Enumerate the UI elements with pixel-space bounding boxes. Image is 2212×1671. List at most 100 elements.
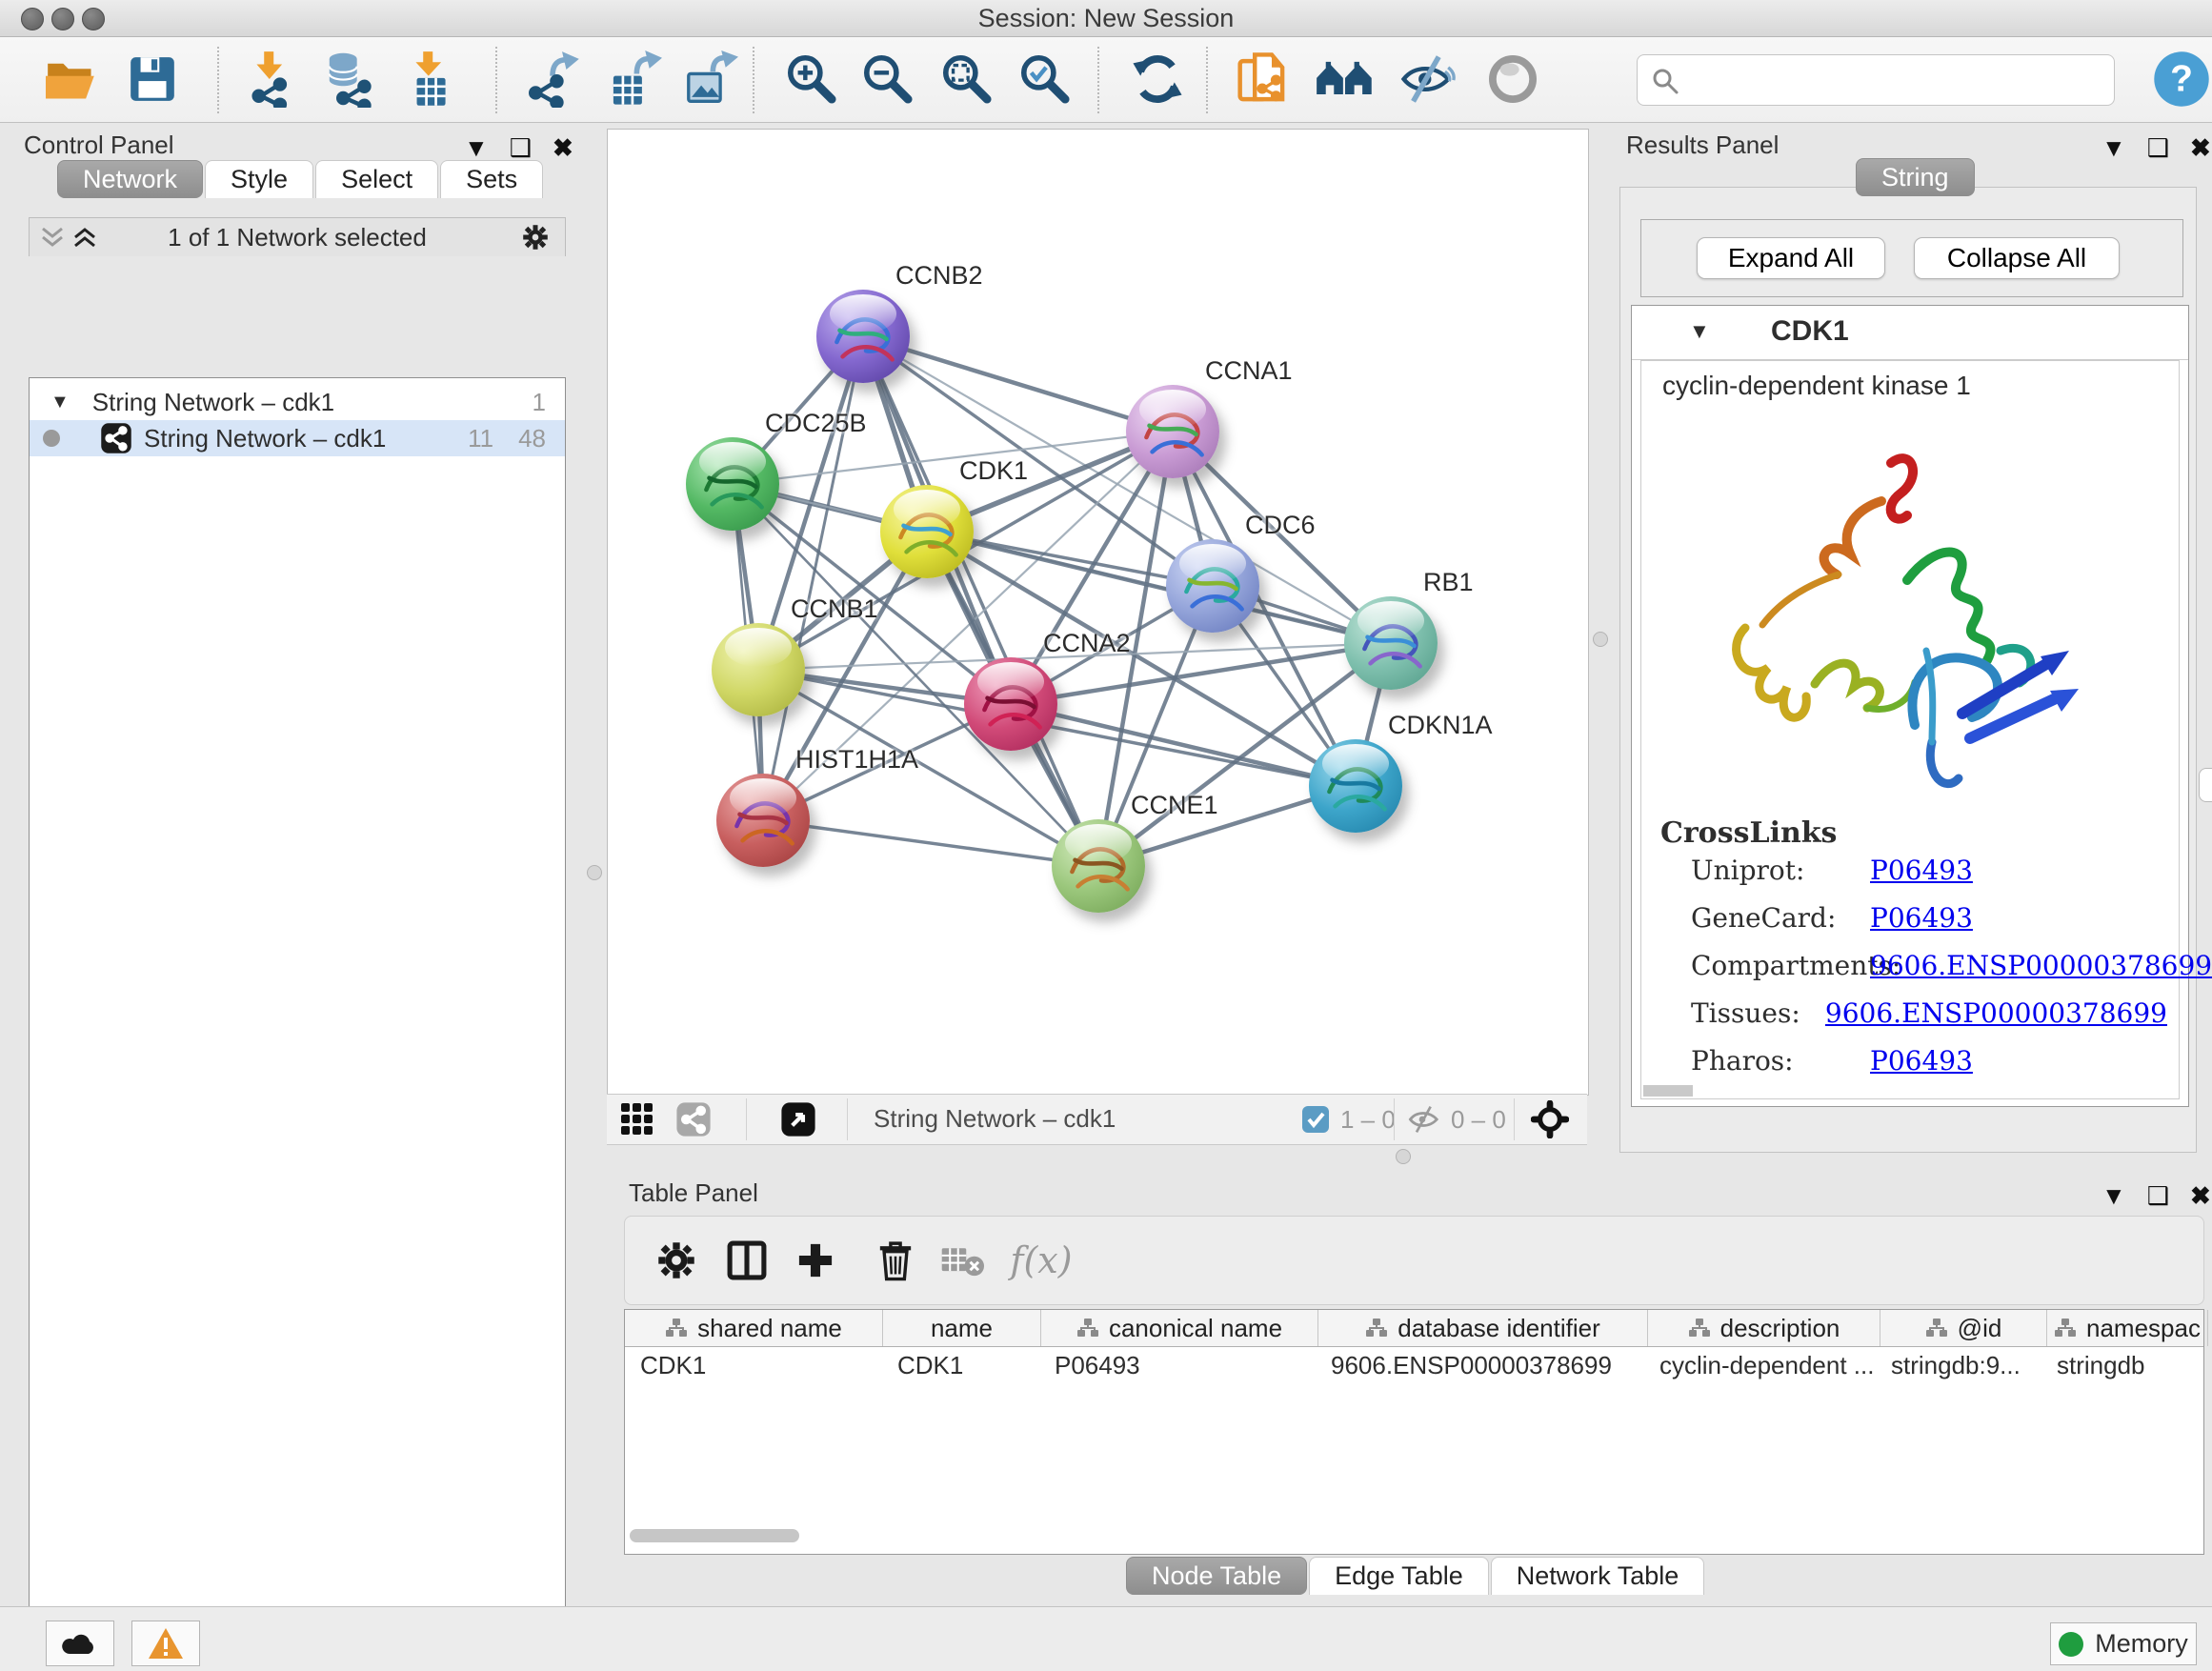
network-node-CCNB1[interactable] [712,623,805,716]
tree-expander-icon[interactable]: ▼ [50,392,70,413]
gear-icon[interactable] [646,1230,707,1291]
tab-edge-table[interactable]: Edge Table [1309,1557,1489,1595]
export-image-icon[interactable] [675,45,744,113]
table-cell[interactable]: stringdb [2041,1347,2202,1383]
panel-edge-grip[interactable] [2199,768,2212,802]
hide-eye-icon[interactable] [1393,45,1461,113]
network-node-CDKN1A[interactable] [1309,739,1402,833]
table-cell[interactable]: cyclin-dependent ... [1644,1347,1876,1383]
tab-sets[interactable]: Sets [440,160,543,198]
network-node-CDK1[interactable] [880,485,974,578]
column-header-canonical-name[interactable]: canonical name [1041,1310,1318,1346]
network-node-RB1[interactable] [1344,596,1438,690]
update-icon[interactable] [1123,45,1192,113]
open-session-icon[interactable] [37,45,106,113]
panel-dropdown-icon[interactable]: ▼ [2101,1181,2126,1211]
network-node-CDC25B[interactable] [686,437,779,531]
column-header-namespac[interactable]: namespac [2047,1310,2208,1346]
crosslink-link[interactable]: 9606.ENSP00000378699 [1825,997,2167,1029]
warning-button[interactable] [131,1621,200,1666]
panel-float-icon[interactable]: ❑ [2147,1181,2169,1211]
save-session-icon[interactable] [118,45,187,113]
panel-close-icon[interactable]: ✖ [2190,133,2211,163]
columns-icon[interactable] [716,1230,777,1291]
network-collection-row[interactable]: ▼ String Network – cdk1 1 [30,384,565,420]
delete-table-icon[interactable] [932,1230,993,1291]
table-cell[interactable]: CDK1 [625,1347,882,1383]
table-cell[interactable]: stringdb:9... [1876,1347,2041,1383]
column-header-shared-name[interactable]: shared name [625,1310,883,1346]
node-section-header[interactable]: ▼ CDK1 [1632,306,2188,360]
tab-string[interactable]: String [1856,158,1975,196]
network-node-CCNA2[interactable] [964,657,1057,751]
network-view-mode-icon[interactable] [675,1101,712,1137]
column-header-@id[interactable]: @id [1880,1310,2047,1346]
table-cell[interactable]: 9606.ENSP00000378699 [1316,1347,1644,1383]
column-header-description[interactable]: description [1648,1310,1880,1346]
import-table-file-icon[interactable] [396,45,465,113]
crosslink-link[interactable]: 9606.ENSP00000378699 [1870,950,2212,981]
birds-eye-view-icon[interactable] [1531,1100,1569,1138]
network-node-CCNA1[interactable] [1126,385,1219,478]
table-cell[interactable]: CDK1 [882,1347,1039,1383]
grid-mode-icon[interactable] [620,1102,654,1137]
network-edge[interactable] [863,336,1098,866]
crosslink-link[interactable]: P06493 [1870,1045,1973,1077]
network-node-CDC6[interactable] [1166,539,1259,633]
crosslink-link[interactable]: P06493 [1870,902,1973,934]
network-node-CCNE1[interactable] [1052,819,1145,913]
column-header-name[interactable]: name [883,1310,1041,1346]
open-in-new-window-icon[interactable] [780,1101,816,1137]
tab-node-table[interactable]: Node Table [1126,1557,1307,1595]
column-header-database-identifier[interactable]: database identifier [1318,1310,1648,1346]
houses-icon[interactable] [1311,45,1379,113]
results-hscrollbar[interactable] [1643,1085,1693,1097]
export-table-icon[interactable] [599,45,668,113]
export-network-icon[interactable] [518,45,587,113]
function-builder-icon[interactable]: f(x) [998,1230,1084,1291]
expand-all-button[interactable]: Expand All [1697,237,1885,279]
cloud-button[interactable] [46,1621,114,1666]
panel-close-icon[interactable]: ✖ [2190,1181,2211,1211]
search-input[interactable] [1687,59,2101,99]
tab-network-table[interactable]: Network Table [1491,1557,1705,1595]
panel-close-icon[interactable]: ✖ [553,133,573,163]
table-hscrollbar[interactable] [630,1529,799,1542]
right-splitter-handle[interactable] [1593,632,1608,647]
hidden-eye-icon[interactable] [1407,1104,1441,1135]
table-splitter-handle[interactable] [1396,1149,1411,1164]
table-row[interactable]: CDK1CDK1P064939606.ENSP00000378699cyclin… [625,1347,2203,1383]
network-canvas[interactable]: CCNB2CCNA1CDC25BCDK1CDC6RB1CCNB1CCNA2CDK… [607,129,1589,1096]
left-splitter-handle[interactable] [587,865,602,880]
sphere-eye-icon[interactable] [1478,45,1547,113]
node-table[interactable]: shared namenamecanonical namedatabase id… [624,1309,2204,1555]
collapse-all-button[interactable]: Collapse All [1914,237,2120,279]
tab-network[interactable]: Network [57,160,203,198]
copy-document-icon[interactable] [1228,45,1297,113]
gear-icon[interactable] [521,223,550,252]
fit-content-icon[interactable] [933,45,1001,113]
search-box[interactable] [1637,54,2115,106]
network-row-selected[interactable]: String Network – cdk1 11 48 [30,420,565,456]
zoom-out-icon[interactable] [854,45,922,113]
panel-float-icon[interactable]: ❑ [2147,133,2169,163]
import-network-file-icon[interactable] [237,45,306,113]
zoom-selected-icon[interactable] [1011,45,1079,113]
panel-float-icon[interactable]: ❑ [510,133,532,163]
plus-icon[interactable] [785,1230,846,1291]
memory-button[interactable]: Memory [2050,1622,2197,1665]
zoom-in-icon[interactable] [777,45,846,113]
network-node-HIST1H1A[interactable] [716,774,810,867]
tab-select[interactable]: Select [315,160,438,198]
panel-dropdown-icon[interactable]: ▼ [2101,133,2126,163]
table-cell[interactable]: P06493 [1039,1347,1316,1383]
help-icon[interactable]: ? [2147,45,2212,113]
crosslink-link[interactable]: P06493 [1870,855,1973,886]
network-edge[interactable] [763,820,1098,866]
selected-checkbox-icon[interactable] [1301,1105,1330,1134]
panel-dropdown-icon[interactable]: ▼ [464,133,489,163]
import-network-database-icon[interactable] [316,45,385,113]
tab-style[interactable]: Style [205,160,313,198]
trash-icon[interactable] [865,1230,926,1291]
section-expander-icon[interactable]: ▼ [1689,319,1710,344]
